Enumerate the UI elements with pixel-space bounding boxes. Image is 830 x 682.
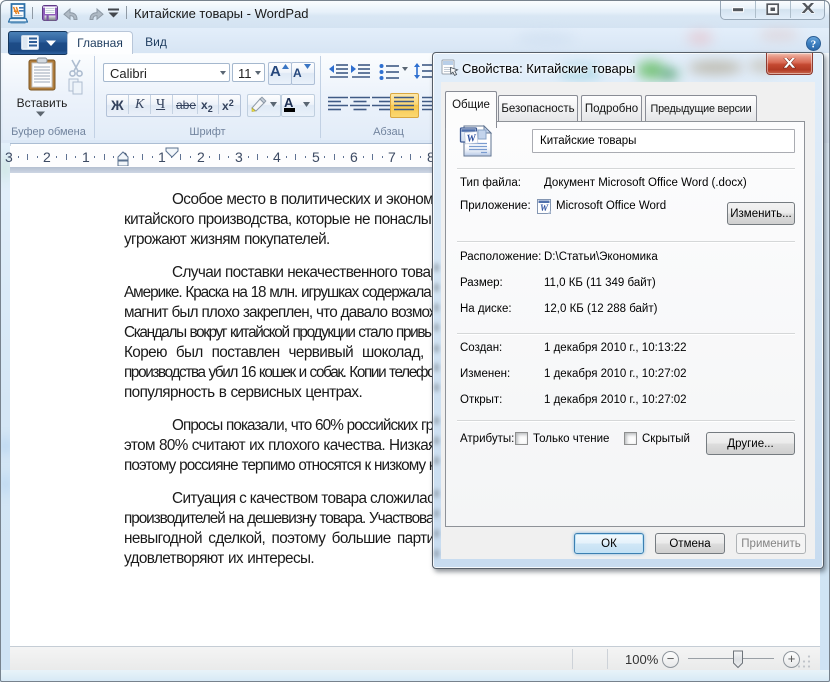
svg-text:W: W xyxy=(466,133,477,145)
svg-text:?: ? xyxy=(811,39,817,51)
svg-text:W: W xyxy=(540,203,549,213)
